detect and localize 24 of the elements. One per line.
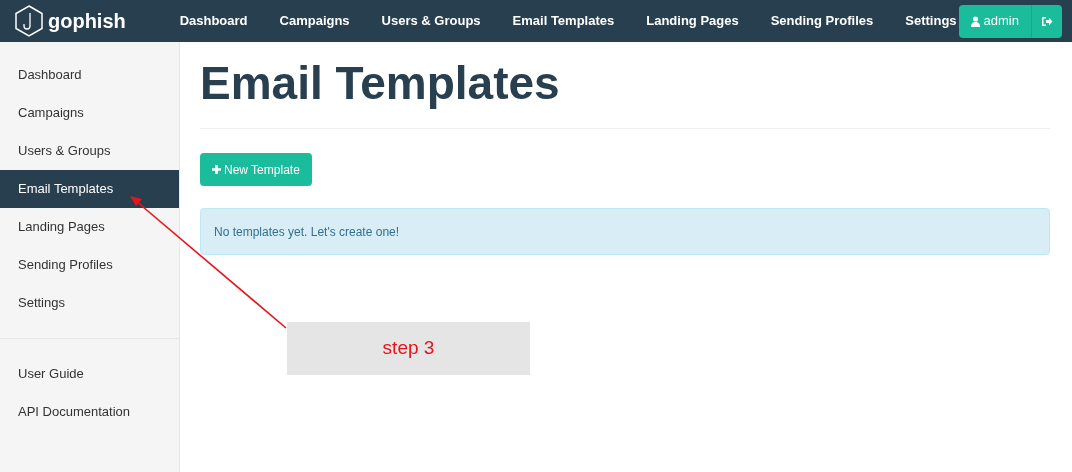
- sidebar-item[interactable]: User Guide: [0, 355, 179, 393]
- annotation-label: step 3: [287, 322, 530, 375]
- nav-link[interactable]: Campaigns: [277, 11, 352, 31]
- sidebar-item[interactable]: Dashboard: [0, 56, 179, 94]
- plus-icon: [212, 165, 221, 174]
- nav-link[interactable]: Landing Pages: [644, 11, 741, 31]
- sidebar-item[interactable]: Landing Pages: [0, 208, 179, 246]
- hook-logo-icon: [14, 5, 44, 37]
- sidebar-item[interactable]: Campaigns: [0, 94, 179, 132]
- nav-link[interactable]: Dashboard: [177, 11, 250, 31]
- nav-link[interactable]: Email Templates: [510, 11, 617, 31]
- page-title: Email Templates: [200, 42, 1050, 129]
- user-icon: [970, 15, 980, 27]
- logout-icon: [1041, 15, 1053, 27]
- brand-name: gophish: [48, 9, 126, 34]
- sidebar-item[interactable]: Email Templates: [0, 170, 179, 208]
- sidebar-item[interactable]: Settings: [0, 284, 179, 322]
- sidebar-item[interactable]: API Documentation: [0, 393, 179, 431]
- info-alert: No templates yet. Let's create one!: [200, 208, 1050, 255]
- nav-link[interactable]: Settings: [903, 11, 959, 31]
- nav-link[interactable]: Users & Groups: [379, 11, 483, 31]
- sidebar-item[interactable]: Users & Groups: [0, 132, 179, 170]
- sidebar-item[interactable]: Sending Profiles: [0, 246, 179, 284]
- nav-link[interactable]: Sending Profiles: [768, 11, 876, 31]
